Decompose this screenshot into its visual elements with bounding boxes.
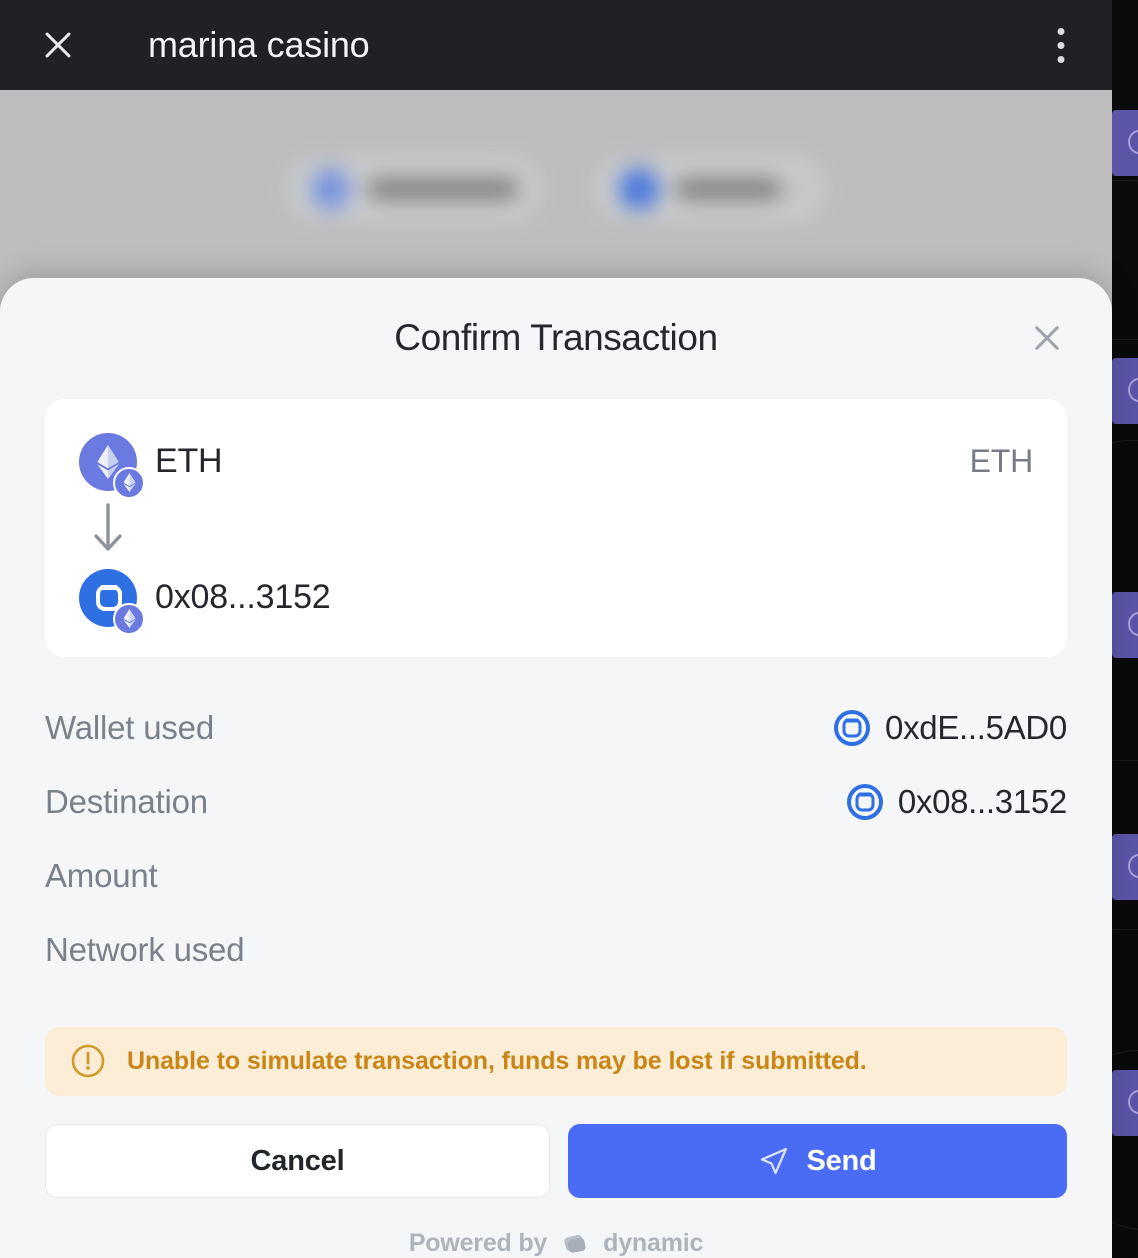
card-glyph-icon [1128, 378, 1138, 402]
send-button-label: Send [806, 1144, 877, 1177]
wallet-icon [834, 709, 871, 746]
blurred-label [676, 178, 781, 200]
ethereum-token-icon [79, 432, 145, 499]
wallet-icon [846, 783, 883, 820]
transfer-destination-row: 0x08...3152 [79, 568, 1033, 635]
detail-row-wallet-used: Wallet used 0xdE...5AD0 [45, 691, 1067, 765]
underlying-site-card[interactable] [1112, 834, 1138, 900]
browser-top-bar: marina casino [0, 0, 1112, 90]
detail-label: Amount [45, 856, 158, 894]
underlying-site-card[interactable] [1112, 1070, 1138, 1136]
ethereum-diamond-glyph [123, 609, 135, 629]
detail-value-group: 0x08...3152 [846, 783, 1067, 821]
simulation-warning-banner: Unable to simulate transaction, funds ma… [45, 1026, 1067, 1096]
dynamic-logo-icon [560, 1228, 590, 1258]
ethereum-network-badge-icon [113, 466, 145, 499]
screen-root: marina casino Confirm Transaction ETH ET… [0, 0, 1138, 1258]
paper-plane-icon [761, 1147, 788, 1175]
blurred-toolbar [0, 160, 1112, 218]
transfer-destination: 0x08...3152 [79, 568, 331, 635]
blurred-label [368, 178, 518, 200]
send-button[interactable]: Send [568, 1124, 1067, 1198]
arrow-down-icon [79, 503, 137, 555]
cancel-button[interactable]: Cancel [45, 1124, 550, 1198]
transaction-details: Wallet used 0xdE...5AD0 Destination 0x08… [45, 691, 1067, 987]
transfer-amount-symbol: ETH [969, 443, 1034, 480]
card-glyph-icon [1128, 612, 1138, 636]
transfer-source: ETH [79, 432, 223, 499]
close-icon[interactable] [22, 9, 94, 81]
menu-dot [1057, 56, 1065, 63]
detail-label: Network used [45, 930, 245, 968]
alert-circle-icon [71, 1045, 105, 1078]
close-icon[interactable] [1024, 315, 1070, 361]
underlying-site-card[interactable] [1112, 110, 1138, 176]
card-glyph-icon [1128, 130, 1138, 154]
page-title: marina casino [148, 24, 370, 65]
detail-row-network-used: Network used [45, 913, 1067, 987]
card-glyph-icon [1128, 854, 1138, 878]
transfer-summary-card: ETH ETH 0x08...3152 [45, 398, 1067, 657]
menu-dot [1057, 42, 1065, 49]
transfer-source-row: ETH ETH [79, 432, 1034, 499]
powered-by-footer: Powered by dynamic [0, 1228, 1112, 1258]
modal-actions: Cancel Send [45, 1124, 1067, 1198]
contract-address-icon [79, 568, 145, 635]
blurred-icon [310, 168, 352, 210]
blurred-icon [618, 168, 660, 210]
detail-row-destination: Destination 0x08...3152 [45, 765, 1067, 839]
blurred-pill [290, 160, 538, 218]
blurred-pill [598, 160, 822, 218]
menu-dot [1057, 28, 1065, 35]
detail-row-amount: Amount [45, 839, 1067, 913]
detail-value-group: 0xdE...5AD0 [833, 709, 1067, 747]
modal-title: Confirm Transaction [394, 317, 718, 359]
powered-by-label: Powered by [408, 1228, 548, 1257]
detail-label: Wallet used [45, 708, 214, 746]
detail-value: 0xdE...5AD0 [885, 708, 1067, 746]
ethereum-diamond-glyph [123, 473, 135, 493]
underlying-site-card[interactable] [1112, 592, 1138, 658]
dynamic-logo-glyph [564, 1234, 586, 1253]
destination-address: 0x08...3152 [155, 578, 331, 617]
token-symbol: ETH [155, 442, 223, 481]
overflow-menu-icon[interactable] [1026, 10, 1096, 80]
ethereum-network-badge-icon [113, 602, 145, 635]
modal-header: Confirm Transaction [0, 278, 1112, 399]
blurred-divider [797, 176, 802, 202]
detail-value: 0x08...3152 [897, 782, 1067, 820]
dynamic-brand-label: dynamic [603, 1228, 704, 1257]
warning-text: Unable to simulate transaction, funds ma… [127, 1046, 867, 1075]
card-glyph-icon [1128, 1090, 1138, 1114]
detail-label: Destination [45, 782, 208, 820]
confirm-transaction-modal: Confirm Transaction ETH ETH 0x08...3152 … [0, 278, 1112, 1258]
underlying-site-card[interactable] [1112, 358, 1138, 424]
arrow-down-glyph [94, 503, 122, 551]
